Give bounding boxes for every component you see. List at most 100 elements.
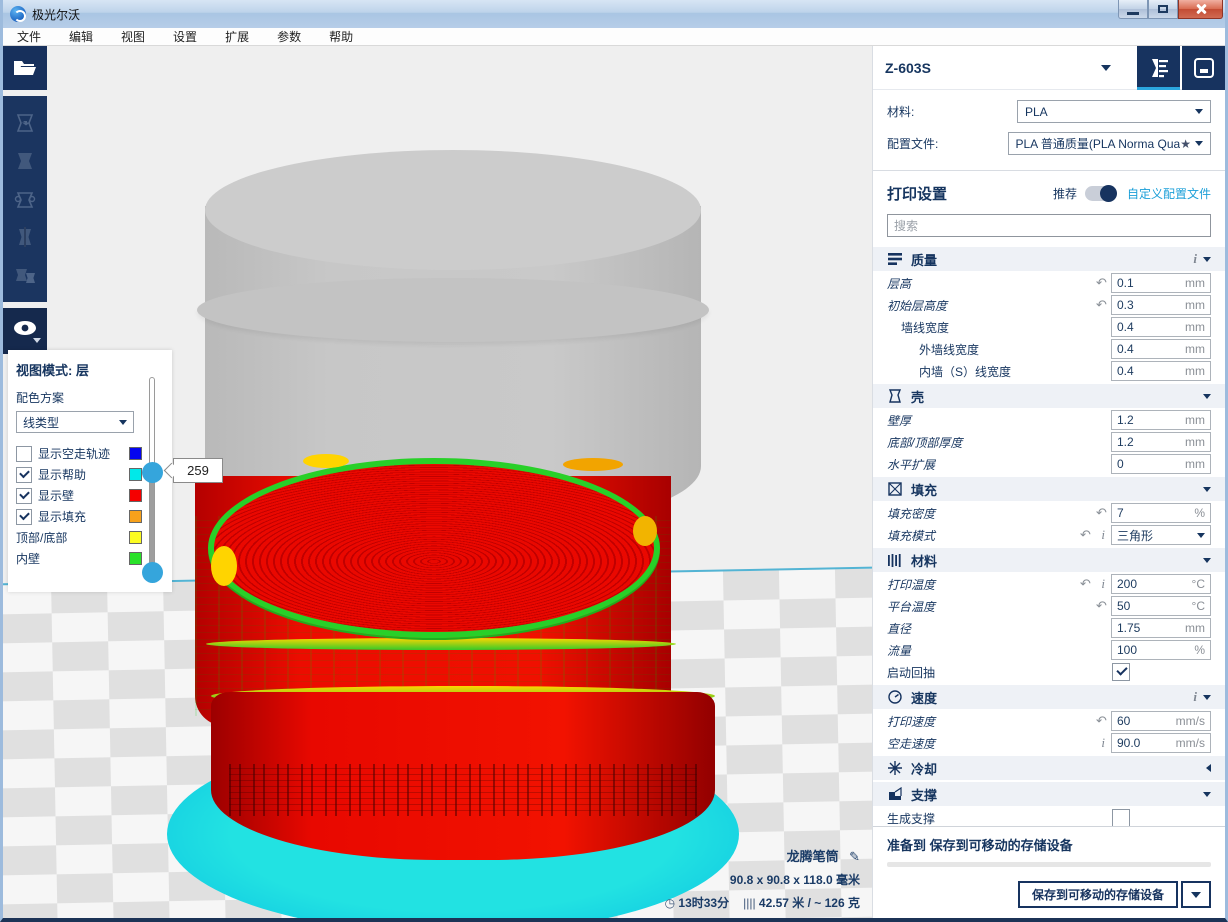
outer-wall-line-width-input[interactable]: 0.4mm (1111, 339, 1211, 359)
menu-parameters[interactable]: 参数 (263, 28, 315, 46)
setting-value: 0.4 (1117, 320, 1185, 334)
tab-monitor[interactable] (1182, 46, 1225, 90)
speed-icon (887, 689, 903, 705)
wall-thickness-input[interactable]: 1.2mm (1111, 410, 1211, 430)
menu-file[interactable]: 文件 (3, 28, 55, 46)
menu-view[interactable]: 视图 (107, 28, 159, 46)
legend-row-travels[interactable]: 显示空走轨迹 (16, 443, 164, 464)
show-shell-checkbox[interactable] (16, 488, 32, 504)
layer-slider-upper-handle[interactable] (142, 462, 163, 483)
save-to-removable-button[interactable]: 保存到可移动的存储设备 (1018, 881, 1178, 908)
undo-icon[interactable]: ↷ (1096, 505, 1107, 521)
initial-layer-height-input[interactable]: 0.3mm (1111, 295, 1211, 315)
maximize-icon (1158, 5, 1168, 13)
undo-icon[interactable]: ↷ (1080, 527, 1091, 543)
undo-icon[interactable]: ↷ (1096, 275, 1107, 291)
section-shell[interactable]: 壳 (873, 384, 1225, 408)
chevron-down-icon[interactable] (1203, 695, 1211, 700)
setting-label: 内墙（S）线宽度 (887, 363, 1111, 380)
legend-row-infill[interactable]: 显示填充 (16, 506, 164, 527)
chevron-down-icon (1195, 141, 1203, 146)
minimize-icon (1127, 12, 1139, 15)
section-infill[interactable]: 填充 (873, 477, 1225, 501)
custom-profile-link[interactable]: 自定义配置文件 (1127, 185, 1211, 202)
section-support[interactable]: 支撑 (873, 782, 1225, 806)
setting-label: 水平扩展 (887, 456, 1111, 473)
per-model-settings-icon[interactable] (14, 264, 36, 286)
show-travels-checkbox[interactable] (16, 446, 32, 462)
print-speed-input[interactable]: 60mm/s (1111, 711, 1211, 731)
show-helpers-checkbox[interactable] (16, 467, 32, 483)
flow-input[interactable]: 100% (1111, 640, 1211, 660)
undo-icon[interactable]: ↷ (1080, 576, 1091, 592)
profile-select[interactable]: PLA 普通质量(PLA Norma Qua ★ (1008, 132, 1212, 155)
layer-height-input[interactable]: 0.1mm (1111, 273, 1211, 293)
setting-row: 打印速度 ↷ 60mm/s (887, 710, 1211, 732)
setting-unit: mm (1185, 435, 1205, 449)
menu-edit[interactable]: 编辑 (55, 28, 107, 46)
rename-pencil-icon[interactable]: ✎ (849, 849, 860, 864)
inner-wall-line-width-input[interactable]: 0.4mm (1111, 361, 1211, 381)
open-file-button[interactable] (3, 46, 47, 90)
chevron-down-icon[interactable] (1203, 394, 1211, 399)
menu-help[interactable]: 帮助 (315, 28, 367, 46)
section-quality[interactable]: 质量 i (873, 247, 1225, 271)
section-title: 支撑 (911, 785, 1203, 804)
color-scheme-select[interactable]: 线类型 (16, 411, 134, 433)
section-material[interactable]: 材料 (873, 548, 1225, 572)
setting-value: 100 (1117, 643, 1194, 657)
save-options-button[interactable] (1181, 881, 1211, 908)
material-select[interactable]: PLA (1017, 100, 1211, 123)
section-speed[interactable]: 速度 i (873, 685, 1225, 709)
view-mode-button[interactable] (3, 308, 47, 354)
setting-unit: mm (1185, 621, 1205, 635)
setting-label: 层高 (887, 275, 1096, 292)
setting-label: 启动回抽 (887, 664, 1112, 681)
move-tool-icon[interactable] (14, 112, 36, 134)
legend-label: 内壁 (16, 550, 129, 567)
horizontal-expansion-input[interactable]: 0mm (1111, 454, 1211, 474)
undo-icon[interactable]: ↷ (1096, 713, 1107, 729)
travels-color-swatch (129, 447, 142, 460)
viewport-3d[interactable]: 视图模式: 层 配色方案 线类型 显示空走轨迹 显示帮助 (3, 46, 872, 918)
maximize-button[interactable] (1148, 0, 1178, 19)
layer-slider-lower-handle[interactable] (142, 562, 163, 583)
infill-density-input[interactable]: 7% (1111, 503, 1211, 523)
print-temperature-input[interactable]: 200°C (1111, 574, 1211, 594)
undo-icon[interactable]: ↷ (1096, 297, 1107, 313)
chevron-down-icon[interactable] (1203, 558, 1211, 563)
model-top-surface-patch (211, 546, 237, 586)
top-bottom-thickness-input[interactable]: 1.2mm (1111, 432, 1211, 452)
generate-support-checkbox[interactable] (1112, 809, 1130, 826)
recommended-custom-toggle[interactable] (1085, 186, 1117, 201)
setting-value: 90.0 (1117, 736, 1176, 750)
close-button[interactable] (1178, 0, 1223, 19)
machine-selector[interactable]: Z-603S (873, 46, 1225, 90)
chevron-down-icon[interactable] (33, 338, 41, 343)
travel-speed-input[interactable]: 90.0mm/s (1111, 733, 1211, 753)
settings-search-input[interactable] (887, 214, 1211, 237)
enable-retraction-checkbox[interactable] (1112, 663, 1130, 681)
bed-temperature-input[interactable]: 50°C (1111, 596, 1211, 616)
diameter-input[interactable]: 1.75mm (1111, 618, 1211, 638)
chevron-down-icon[interactable] (1203, 792, 1211, 797)
undo-icon[interactable]: ↷ (1096, 598, 1107, 614)
minimize-button[interactable] (1118, 0, 1148, 19)
menu-extensions[interactable]: 扩展 (211, 28, 263, 46)
star-icon: ★ (1180, 137, 1191, 151)
show-infill-checkbox[interactable] (16, 509, 32, 525)
infill-pattern-select[interactable]: 三角形 (1111, 525, 1211, 545)
info-icon: i (1193, 689, 1197, 705)
chevron-left-icon[interactable] (1206, 764, 1211, 772)
scale-tool-icon[interactable] (14, 150, 36, 172)
wall-line-width-input[interactable]: 0.4mm (1111, 317, 1211, 337)
chevron-down-icon[interactable] (1203, 257, 1211, 262)
legend-row-shell[interactable]: 显示壁 (16, 485, 164, 506)
menu-settings[interactable]: 设置 (159, 28, 211, 46)
rotate-tool-icon[interactable] (14, 188, 36, 210)
tab-layer-view[interactable] (1137, 46, 1180, 90)
chevron-down-icon[interactable] (1203, 487, 1211, 492)
section-cooling[interactable]: 冷却 (873, 756, 1225, 780)
shell-icon (887, 388, 903, 404)
mirror-tool-icon[interactable] (14, 226, 36, 248)
